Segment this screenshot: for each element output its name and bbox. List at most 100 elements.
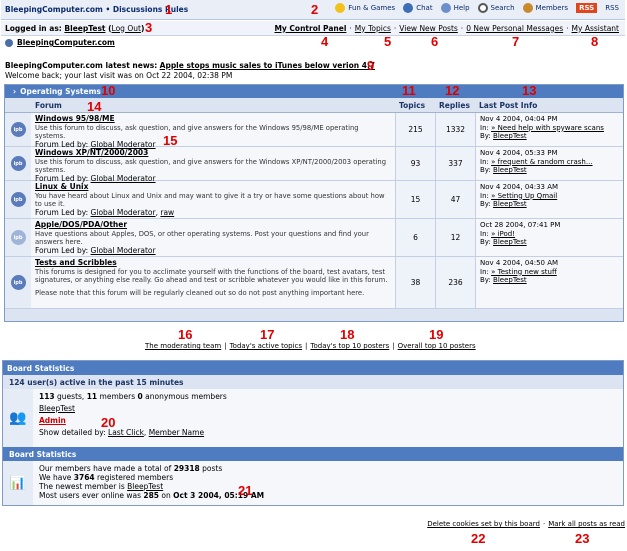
forum-status-icon: ipb: [10, 192, 26, 207]
board-statistics: Board Statistics 124 user(s) active in t…: [2, 360, 624, 506]
my-control-panel-link[interactable]: My Control Panel: [274, 24, 346, 33]
annotation-marker: 8: [591, 34, 599, 49]
last-post-link[interactable]: » Testing new stuff: [491, 268, 557, 276]
annotation-marker: 9: [367, 58, 375, 73]
search-icon: [477, 3, 488, 13]
last-poster-link[interactable]: BleepTest: [493, 276, 527, 284]
my-assistant-link[interactable]: My Assistant: [572, 24, 619, 33]
table-footer: [5, 309, 623, 321]
last-poster-link[interactable]: BleepTest: [493, 132, 527, 140]
user-links: My Control Panel · My Topics · View New Po…: [274, 23, 619, 33]
forum-name-link[interactable]: Apple/DOS/PDA/Other: [35, 220, 127, 229]
todays-top-posters-link[interactable]: Today's top 10 posters: [310, 342, 389, 350]
delete-cookies-link[interactable]: Delete cookies set by this board: [427, 520, 540, 528]
topics-count: 38: [395, 257, 435, 308]
last-post-link[interactable]: » Need help with spyware scans: [491, 124, 604, 132]
forum-row: ipb Linux & Unix You have heard about Li…: [5, 181, 623, 219]
online-admin-link[interactable]: Admin: [39, 416, 66, 425]
last-poster-link[interactable]: BleepTest: [493, 166, 527, 174]
todays-active-topics-link[interactable]: Today's active topics: [230, 342, 302, 350]
moderator-link[interactable]: Global Moderator: [91, 246, 156, 255]
annotation-marker: 21: [238, 483, 253, 498]
stats-header: Board Statistics: [3, 361, 623, 375]
forum-name-link[interactable]: Windows 95/98/ME: [35, 114, 115, 123]
moderating-team-link[interactable]: The moderating team: [145, 342, 221, 350]
annotation-marker: 18: [340, 327, 355, 342]
forum-name-link[interactable]: Linux & Unix: [35, 182, 88, 191]
last-post-link[interactable]: » iPod!: [491, 230, 515, 238]
annotation-marker: 20: [101, 415, 116, 430]
username-link[interactable]: BleepTest: [64, 24, 105, 33]
personal-messages-link[interactable]: 0 New Personal Messages: [466, 24, 563, 33]
annotation-marker: 3: [145, 20, 153, 35]
annotation-marker: 1: [165, 2, 173, 17]
last-post-link[interactable]: » frequent & random crash...: [491, 158, 592, 166]
forum-name-link[interactable]: Tests and Scribbles: [35, 258, 117, 267]
users-icon: 👥: [9, 410, 27, 426]
last-poster-link[interactable]: BleepTest: [493, 200, 527, 208]
sort-member-name-link[interactable]: Member Name: [149, 428, 204, 437]
annotation-marker: 5: [384, 34, 392, 49]
annotation-marker: 7: [512, 34, 520, 49]
annotation-marker: 12: [445, 83, 460, 98]
forum-description: Have questions about Apples, DOS, or oth…: [35, 229, 369, 247]
replies-count: 12: [435, 219, 475, 256]
forum-note: Please note that this forum will be regu…: [35, 288, 365, 297]
fun-games-link[interactable]: Fun & Games: [335, 3, 395, 13]
forum-row: ipb Windows XP/NT/2000/2003 Use this for…: [5, 147, 623, 182]
last-post-info: Oct 28 2004, 07:41 PM In: » iPod! By: Bl…: [475, 219, 623, 256]
col-topics: Topics: [399, 100, 426, 110]
mark-all-read-link[interactable]: Mark all posts as read: [548, 520, 625, 528]
help-link[interactable]: Help: [440, 3, 470, 13]
active-users-line: 124 user(s) active in the past 15 minute…: [3, 375, 623, 389]
chat-link[interactable]: Chat: [403, 3, 433, 13]
rss-badge[interactable]: RSS: [576, 3, 598, 13]
replies-count: 236: [435, 257, 475, 308]
forum-status-icon: ipb: [10, 122, 26, 137]
logout-link[interactable]: Log Out: [112, 24, 141, 33]
search-link[interactable]: Search: [477, 3, 515, 13]
forum-row: ipb Apple/DOS/PDA/Other Have questions a…: [5, 219, 623, 257]
smiley-icon: [335, 3, 346, 13]
online-user-link[interactable]: BleepTest: [39, 404, 75, 413]
logged-in-label: Logged in as:: [5, 23, 62, 33]
members-link[interactable]: Members: [522, 3, 568, 13]
annotation-marker: 19: [429, 327, 444, 342]
overall-top-posters-link[interactable]: Overall top 10 posters: [398, 342, 476, 350]
last-post-info: Nov 4 2004, 04:04 PM In: » Need help wit…: [475, 113, 623, 146]
forum-status-icon: ipb: [10, 230, 26, 245]
news-block: BleepingComputer.com latest news: Apple …: [1, 61, 625, 81]
newest-member-link[interactable]: BleepTest: [127, 482, 163, 491]
forum-description: You have heard about Linux and Unix and …: [35, 191, 385, 209]
last-post-link[interactable]: » Setting Up Qmail: [491, 192, 557, 200]
members-icon: [522, 3, 533, 13]
forum-description: Use this forum to discuss, ask question,…: [35, 157, 387, 175]
forum-name-link[interactable]: Windows XP/NT/2000/2003: [35, 148, 148, 157]
annotation-marker: 17: [260, 327, 275, 342]
moderator-link[interactable]: Global Moderator: [91, 208, 156, 217]
site-brand-link[interactable]: BleepingComputer.com • Discussions Rules: [5, 5, 188, 14]
chat-icon: [403, 3, 414, 13]
news-headline-link[interactable]: Apple stops music sales to iTunes below …: [160, 61, 375, 70]
annotation-marker: 22: [471, 531, 486, 546]
bottom-links: Delete cookies set by this board · Mark a…: [427, 520, 625, 528]
moderator-link[interactable]: raw: [160, 208, 174, 217]
annotation-marker: 13: [522, 83, 537, 98]
replies-count: 1332: [435, 113, 475, 146]
annotation-marker: 16: [178, 327, 193, 342]
last-poster-link[interactable]: BleepTest: [493, 238, 527, 246]
breadcrumb-home-link[interactable]: BleepingComputer.com: [17, 38, 115, 47]
forum-status-icon: ipb: [10, 275, 26, 290]
annotation-marker: 15: [163, 133, 178, 148]
bar-chart-icon: 📊: [9, 475, 27, 491]
last-post-info: Nov 4 2004, 05:33 PM In: » frequent & ra…: [475, 147, 623, 180]
topics-count: 93: [395, 147, 435, 180]
annotation-marker: 11: [402, 83, 416, 98]
last-post-info: Nov 4 2004, 04:50 AM In: » Testing new s…: [475, 257, 623, 308]
my-topics-link[interactable]: My Topics: [355, 24, 391, 33]
annotation-marker: 4: [321, 34, 329, 49]
view-new-posts-link[interactable]: View New Posts: [399, 24, 458, 33]
annotation-marker: 10: [101, 83, 116, 98]
annotation-marker: 6: [431, 34, 439, 49]
rss-link[interactable]: RSS: [605, 4, 619, 12]
